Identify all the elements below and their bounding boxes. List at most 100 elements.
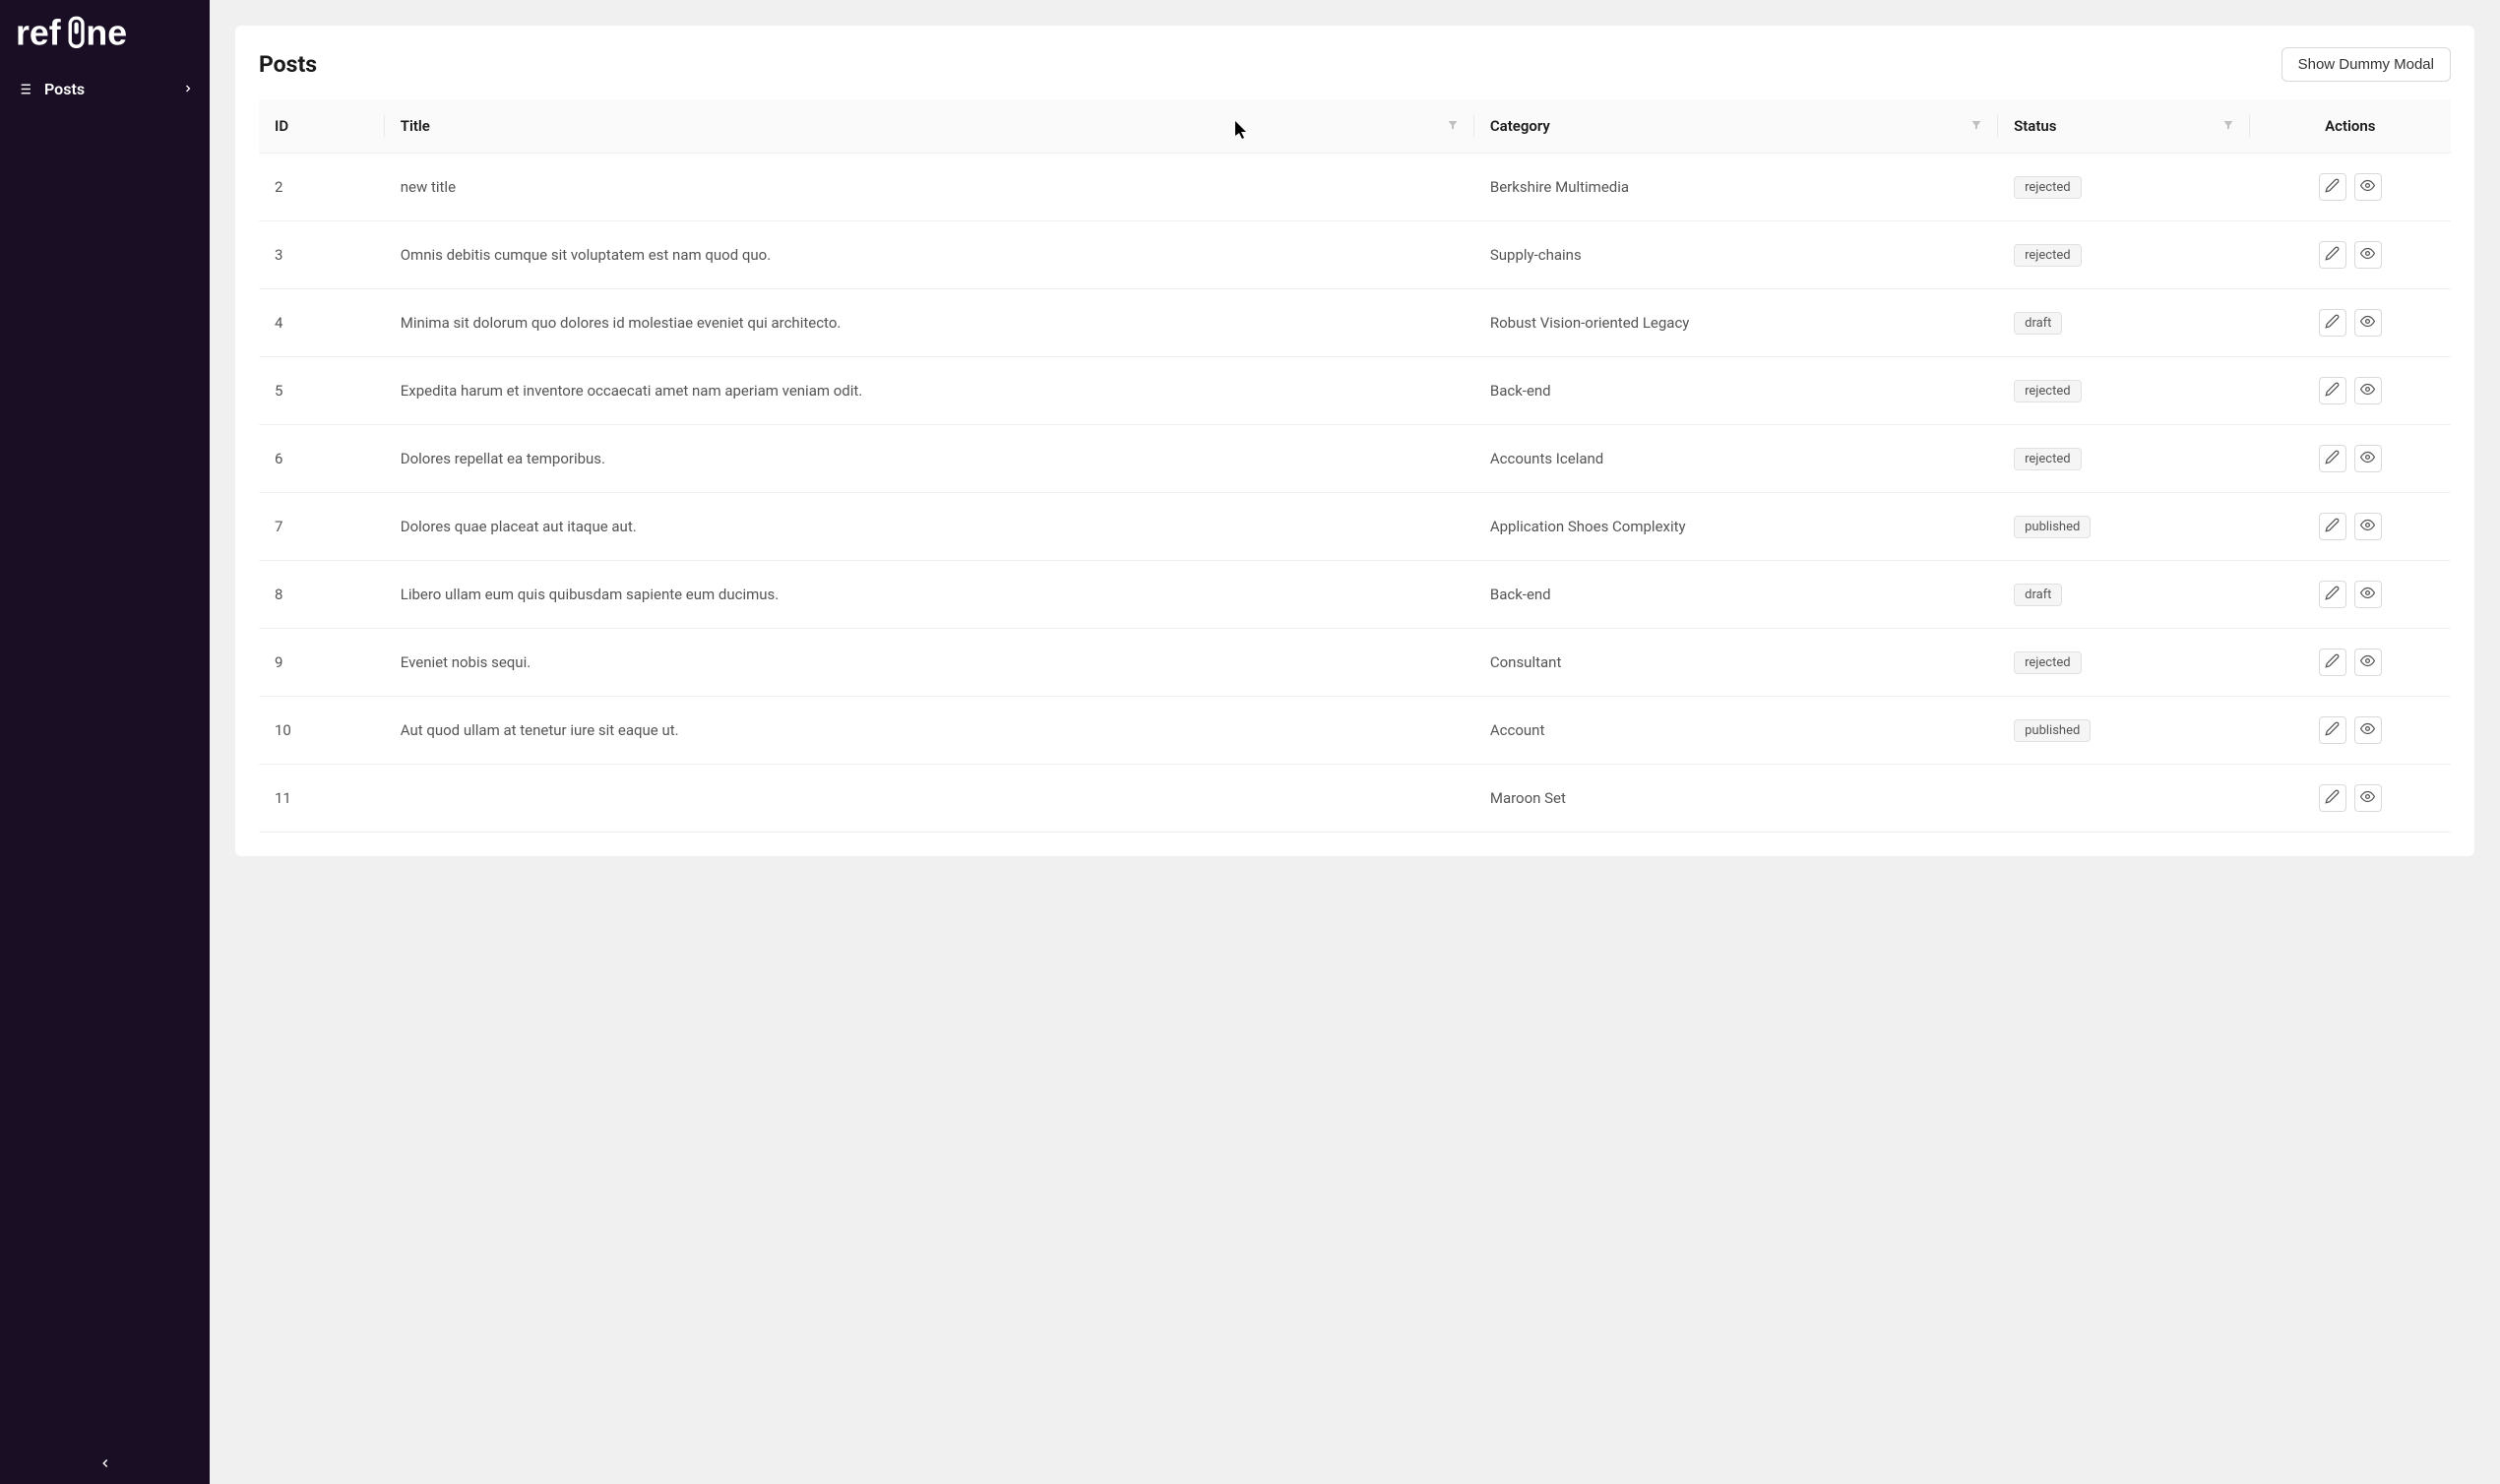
edit-icon [2325, 653, 2340, 671]
cell-title: Dolores repellat ea temporibus. [385, 425, 1474, 493]
cell-title: new title [385, 154, 1474, 221]
cell-category: Robust Vision-oriented Legacy [1474, 289, 1998, 357]
refine-logo-icon: ref ne [16, 12, 183, 56]
cell-status: draft [1998, 561, 2249, 629]
view-button[interactable] [2354, 241, 2382, 269]
edit-icon [2325, 314, 2340, 332]
cell-category: Back-end [1474, 561, 1998, 629]
filter-icon[interactable] [2222, 117, 2234, 135]
edit-button[interactable] [2319, 581, 2346, 608]
edit-button[interactable] [2319, 784, 2346, 812]
table-row: 9 Eveniet nobis sequi. Consultant reject… [259, 629, 2451, 697]
eye-icon [2360, 178, 2375, 196]
edit-button[interactable] [2319, 513, 2346, 540]
eye-icon [2360, 382, 2375, 400]
eye-icon [2360, 586, 2375, 603]
svg-text:ref: ref [16, 14, 61, 53]
sidebar: ref ne Posts [0, 0, 210, 1484]
posts-card: Posts Show Dummy Modal ID Title [235, 26, 2474, 856]
cell-id: 4 [259, 289, 385, 357]
filter-icon[interactable] [1970, 117, 1982, 135]
cell-status: rejected [1998, 425, 2249, 493]
cell-category: Account [1474, 697, 1998, 765]
table-row: 8 Libero ullam eum quis quibusdam sapien… [259, 561, 2451, 629]
column-header-id[interactable]: ID [259, 99, 385, 154]
edit-icon [2325, 178, 2340, 196]
view-button[interactable] [2354, 377, 2382, 404]
cell-status: draft [1998, 289, 2249, 357]
view-button[interactable] [2354, 581, 2382, 608]
edit-button[interactable] [2319, 173, 2346, 201]
eye-icon [2360, 789, 2375, 807]
cell-title: Aut quod ullam at tenetur iure sit eaque… [385, 697, 1474, 765]
cell-status: published [1998, 697, 2249, 765]
column-header-category[interactable]: Category [1474, 99, 1998, 154]
cell-id: 6 [259, 425, 385, 493]
table-row: 2 new title Berkshire Multimedia rejecte… [259, 154, 2451, 221]
column-header-status[interactable]: Status [1998, 99, 2249, 154]
cell-actions [2250, 289, 2451, 357]
status-badge: published [2014, 719, 2091, 742]
cell-actions [2250, 629, 2451, 697]
chevron-right-icon [182, 80, 194, 98]
cell-status: published [1998, 493, 2249, 561]
view-button[interactable] [2354, 445, 2382, 472]
cell-actions [2250, 357, 2451, 425]
cell-category: Berkshire Multimedia [1474, 154, 1998, 221]
cell-id: 5 [259, 357, 385, 425]
cell-id: 8 [259, 561, 385, 629]
cell-id: 10 [259, 697, 385, 765]
view-button[interactable] [2354, 716, 2382, 744]
cell-status: rejected [1998, 357, 2249, 425]
cell-actions [2250, 765, 2451, 833]
cell-status [1998, 765, 2249, 833]
filter-icon[interactable] [1447, 117, 1459, 135]
cell-actions [2250, 425, 2451, 493]
cell-category: Back-end [1474, 357, 1998, 425]
chevron-left-icon [98, 1456, 112, 1470]
view-button[interactable] [2354, 649, 2382, 676]
cell-category: Maroon Set [1474, 765, 1998, 833]
sidebar-item-posts[interactable]: Posts [0, 68, 210, 110]
cell-actions [2250, 493, 2451, 561]
column-header-title[interactable]: Title [385, 99, 1474, 154]
edit-button[interactable] [2319, 649, 2346, 676]
cell-title: Expedita harum et inventore occaecati am… [385, 357, 1474, 425]
cell-category: Accounts Iceland [1474, 425, 1998, 493]
edit-button[interactable] [2319, 241, 2346, 269]
sidebar-collapse-button[interactable] [0, 1443, 210, 1484]
edit-icon [2325, 382, 2340, 400]
logo[interactable]: ref ne [0, 0, 210, 68]
eye-icon [2360, 721, 2375, 739]
edit-button[interactable] [2319, 716, 2346, 744]
view-button[interactable] [2354, 309, 2382, 337]
show-dummy-modal-button[interactable]: Show Dummy Modal [2281, 47, 2451, 82]
table-row: 4 Minima sit dolorum quo dolores id mole… [259, 289, 2451, 357]
cell-status: rejected [1998, 154, 2249, 221]
eye-icon [2360, 653, 2375, 671]
view-button[interactable] [2354, 173, 2382, 201]
view-button[interactable] [2354, 784, 2382, 812]
cell-id: 7 [259, 493, 385, 561]
edit-button[interactable] [2319, 377, 2346, 404]
view-button[interactable] [2354, 513, 2382, 540]
edit-icon [2325, 246, 2340, 264]
status-badge: rejected [2014, 244, 2081, 267]
svg-text:ne: ne [86, 14, 127, 53]
cell-actions [2250, 561, 2451, 629]
sidebar-item-label: Posts [44, 80, 85, 98]
table-row: 5 Expedita harum et inventore occaecati … [259, 357, 2451, 425]
status-badge: rejected [2014, 176, 2081, 199]
edit-button[interactable] [2319, 445, 2346, 472]
edit-icon [2325, 789, 2340, 807]
cell-status: rejected [1998, 629, 2249, 697]
cell-id: 2 [259, 154, 385, 221]
column-header-actions: Actions [2250, 99, 2451, 154]
edit-icon [2325, 721, 2340, 739]
cell-title: Dolores quae placeat aut itaque aut. [385, 493, 1474, 561]
table-row: 11 Maroon Set [259, 765, 2451, 833]
edit-button[interactable] [2319, 309, 2346, 337]
table-row: 6 Dolores repellat ea temporibus. Accoun… [259, 425, 2451, 493]
cell-status: rejected [1998, 221, 2249, 289]
status-badge: rejected [2014, 448, 2081, 470]
